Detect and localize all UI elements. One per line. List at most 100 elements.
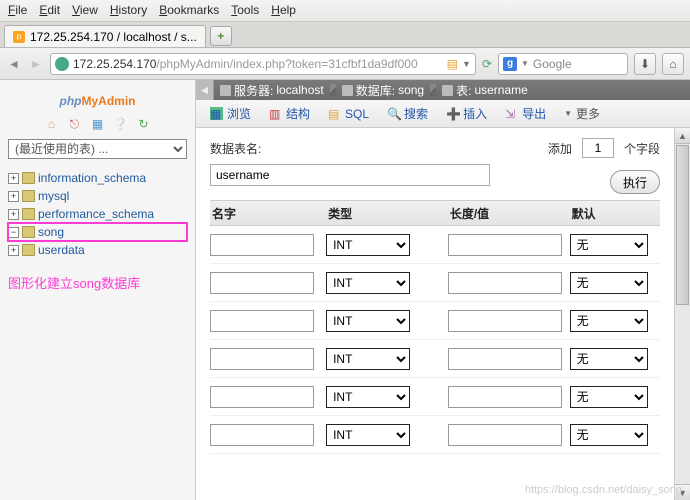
scroll-down-icon[interactable]: ▼ [675,484,690,500]
db-item-information_schema[interactable]: +information_schema [8,169,187,187]
search-box[interactable]: g ▼ Google [498,53,628,75]
recent-tables-select[interactable]: (最近使用的表) ... [8,139,187,159]
scroll-up-icon[interactable]: ▲ [675,128,690,144]
browser-tabbar: p 172.25.254.170 / localhost / s... + [0,22,690,48]
db-item-mysql[interactable]: +mysql [8,187,187,205]
col-length-input[interactable] [448,310,562,332]
rss-icon[interactable]: ▤ [447,57,458,71]
main-tabs: ▦浏览 ▥结构 ▤SQL 🔍搜索 ➕插入 ⇲导出 ▼更多 [196,100,690,128]
col-length-input[interactable] [448,234,562,256]
expand-icon[interactable]: + [8,245,19,256]
insert-icon: ➕ [446,107,459,120]
col-type-select[interactable]: INT [326,234,410,256]
menu-edit[interactable]: Edit [39,3,60,18]
url-text: 172.25.254.170/phpMyAdmin/index.php?toke… [73,57,443,71]
add-count-input[interactable] [582,138,614,158]
bc-table[interactable]: 表: username [442,82,528,99]
col-default-select[interactable]: 无 [570,234,648,256]
col-default-select[interactable]: 无 [570,310,648,332]
tab-search[interactable]: 🔍搜索 [379,101,436,126]
logout-icon[interactable]: ⎋ [68,117,82,131]
reload-icon[interactable]: ⟳ [482,57,492,71]
col-length-input[interactable] [448,386,562,408]
address-bar[interactable]: 172.25.254.170/phpMyAdmin/index.php?toke… [50,53,476,75]
menu-bookmarks[interactable]: Bookmarks [159,3,219,18]
scroll-thumb[interactable] [676,145,689,305]
new-tab-button[interactable]: + [210,26,232,46]
collapse-icon[interactable]: − [8,227,19,238]
column-row: INT 无 [210,226,660,264]
tab-structure[interactable]: ▥结构 [261,101,318,126]
col-default-select[interactable]: 无 [570,272,648,294]
col-default-select[interactable]: 无 [570,424,648,446]
tab-browse[interactable]: ▦浏览 [202,101,259,126]
browse-icon: ▦ [210,107,223,120]
vertical-scrollbar[interactable]: ▲ ▼ [674,128,690,500]
add-label: 添加 [548,140,572,157]
col-type-select[interactable]: INT [326,386,410,408]
reload-icon[interactable]: ↻ [137,117,151,131]
col-length-input[interactable] [448,424,562,446]
tab-insert[interactable]: ➕插入 [438,101,495,126]
table-name-input[interactable] [210,164,490,186]
col-default-select[interactable]: 无 [570,386,648,408]
col-type-select[interactable]: INT [326,424,410,446]
menu-view[interactable]: View [72,3,98,18]
db-item-performance_schema[interactable]: + performance_schema [8,205,187,223]
col-type-select[interactable]: INT [326,310,410,332]
browser-tab-active[interactable]: p 172.25.254.170 / localhost / s... [4,25,206,47]
panel-collapse-handle[interactable]: ◄ [196,80,214,100]
phpmyadmin-logo: phpMyAdmin [8,88,187,111]
dropdown-icon[interactable]: ▼ [462,59,471,69]
search-icon: 🔍 [387,107,400,120]
col-type-select[interactable]: INT [326,272,410,294]
db-label: performance_schema [38,207,154,221]
col-name-input[interactable] [210,272,314,294]
tab-export[interactable]: ⇲导出 [497,101,554,126]
expand-icon[interactable]: + [8,173,19,184]
th-default: 默认 [570,205,660,222]
col-name-input[interactable] [210,424,314,446]
chevron-right-icon [330,84,336,96]
db-item-userdata[interactable]: + userdata [8,241,187,259]
query-icon[interactable]: ▦ [91,117,105,131]
execute-button[interactable]: 执行 [610,170,660,194]
col-length-input[interactable] [448,272,562,294]
col-name-input[interactable] [210,386,314,408]
col-name-input[interactable] [210,348,314,370]
help-icon[interactable]: ❔ [114,117,128,131]
database-icon [342,85,353,96]
column-row: INT 无 [210,340,660,378]
home-button[interactable]: ⌂ [662,53,684,75]
th-name: 名字 [210,205,326,222]
menu-tools[interactable]: Tools [231,3,259,18]
col-name-input[interactable] [210,310,314,332]
browser-menubar: FFileile Edit View History Bookmarks Too… [0,0,690,22]
sidebar-mini-toolbar: ⌂ ⎋ ▦ ❔ ↻ [8,117,187,131]
database-icon [22,244,35,256]
dropdown-icon[interactable]: ▼ [521,59,529,68]
th-length: 长度/值 [448,205,570,222]
tab-more[interactable]: ▼更多 [556,101,608,126]
tab-sql[interactable]: ▤SQL [320,103,377,125]
bc-database[interactable]: 数据库: song [342,82,424,99]
col-name-input[interactable] [210,234,314,256]
expand-icon[interactable]: + [8,209,19,220]
col-type-select[interactable]: INT [326,348,410,370]
nav-back-icon[interactable]: ◄ [6,56,22,72]
column-row: INT 无 [210,264,660,302]
menu-help[interactable]: Help [271,3,296,18]
db-label: userdata [38,243,85,257]
columns-body: INT 无 INT 无 INT 无 INT 无 INT 无 INT 无 [210,226,660,454]
bc-server[interactable]: 服务器: localhost [220,82,324,99]
col-length-input[interactable] [448,348,562,370]
home-icon[interactable]: ⌂ [45,117,59,131]
menu-file[interactable]: FFileile [8,3,27,18]
column-row: INT 无 [210,416,660,454]
column-row: INT 无 [210,302,660,340]
download-button[interactable]: ⬇ [634,53,656,75]
expand-icon[interactable]: + [8,191,19,202]
col-default-select[interactable]: 无 [570,348,648,370]
db-item-song[interactable]: −song [8,223,187,241]
menu-history[interactable]: History [110,3,147,18]
